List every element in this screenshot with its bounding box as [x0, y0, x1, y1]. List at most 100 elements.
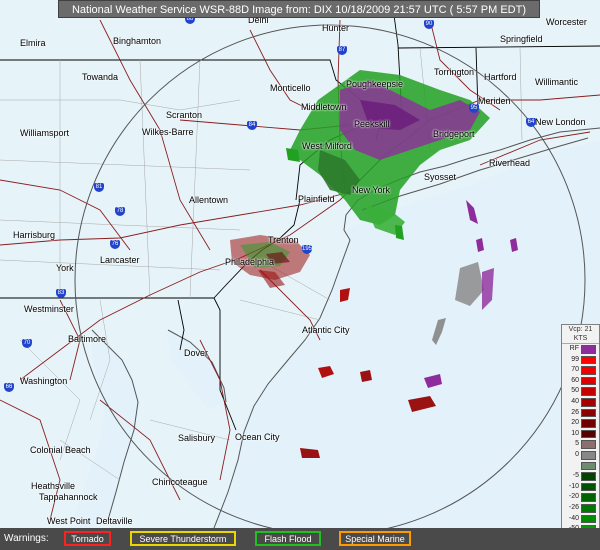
- city-label: Dover: [184, 348, 209, 358]
- city-label: Deltaville: [96, 516, 133, 526]
- legend-value: -40: [568, 514, 579, 522]
- legend-row: 10: [562, 429, 599, 440]
- city-label: Monticello: [270, 83, 311, 93]
- city-label: Harrisburg: [13, 230, 56, 240]
- legend-row: RF: [562, 344, 599, 355]
- legend-swatch: [581, 472, 596, 481]
- city-label: Atlantic City: [302, 325, 350, 335]
- city-label: York: [56, 263, 74, 273]
- legend-value: 40: [571, 397, 579, 405]
- legend-value: -5: [572, 472, 579, 480]
- city-label: Binghamton: [113, 36, 162, 46]
- legend-value: 70: [571, 366, 579, 374]
- city-label: Washington: [20, 376, 68, 386]
- city-label: Towanda: [82, 72, 119, 82]
- city-label: Ocean City: [235, 432, 280, 442]
- city-label: Chincoteague: [152, 477, 208, 487]
- city-label: Meriden: [478, 96, 511, 106]
- legend-vcp: Vcp: 21: [568, 326, 593, 333]
- legend-swatch: [581, 514, 596, 524]
- city-label: Peekskill: [354, 119, 390, 129]
- city-label: West Milford: [302, 141, 352, 151]
- legend-swatch: [581, 419, 596, 428]
- legend-swatch: [581, 503, 596, 513]
- legend-row: -26: [562, 503, 599, 514]
- city-label: Heathsville: [31, 481, 76, 491]
- legend-row: 70: [562, 365, 599, 376]
- city-label: Lancaster: [100, 255, 140, 265]
- city-label: Plainfield: [298, 194, 335, 204]
- legend-swatch: [581, 355, 596, 365]
- city-label: Hartford: [484, 72, 517, 82]
- legend-row: 60: [562, 376, 599, 387]
- legend-swatch: [581, 345, 596, 354]
- legend-value: -20: [568, 493, 579, 501]
- warnings-bar: Warnings: Tornado Severe Thunderstorm Flas…: [0, 528, 600, 550]
- legend-swatch: [581, 387, 596, 396]
- legend-value: 0: [575, 450, 579, 458]
- legend-row: -10: [562, 482, 599, 493]
- city-label: Allentown: [189, 195, 229, 205]
- legend-row: -20: [562, 492, 599, 503]
- city-label: Westminster: [24, 304, 74, 314]
- city-label: Wilkes-Barre: [142, 127, 194, 137]
- city-label: Bridgeport: [433, 129, 475, 139]
- city-label: West Point: [47, 516, 91, 526]
- city-label: New York: [352, 185, 391, 195]
- warning-severe-thunderstorm: Severe Thunderstorm: [130, 531, 236, 546]
- legend-swatch: [581, 482, 596, 492]
- legend-value: RF: [569, 345, 579, 352]
- legend-row: 99: [562, 355, 599, 366]
- legend-swatch: [581, 397, 596, 407]
- city-label: Poughkeepsie: [346, 79, 404, 89]
- legend-rows: RF997060504026201050-5-10-20-26-40-50-64…: [562, 344, 599, 550]
- legend-swatch: [581, 366, 596, 375]
- legend-value: 26: [571, 408, 579, 416]
- city-label: Tappahannock: [39, 492, 98, 502]
- city-label: Salisbury: [178, 433, 216, 443]
- city-label: Trenton: [268, 235, 299, 245]
- legend-value: 99: [571, 355, 579, 363]
- legend-value: 10: [571, 429, 579, 437]
- warnings-label: Warnings:: [4, 533, 49, 544]
- legend-swatch: [581, 461, 596, 471]
- legend-units: KTS: [562, 334, 599, 344]
- velocity-legend: Vcp: 21 KTS RF 99 70 60 50 40 26 20 10 5 0 -5 -10 -20…: [561, 324, 600, 550]
- city-label: Willimantic: [535, 77, 579, 87]
- legend-swatch: [581, 376, 596, 386]
- city-label: Torrington: [434, 67, 475, 77]
- legend-row: -5: [562, 471, 599, 482]
- legend-row: 40: [562, 397, 599, 408]
- legend-row: 0: [562, 450, 599, 461]
- city-label: Elmira: [20, 38, 46, 48]
- legend-swatch: [581, 440, 596, 449]
- legend-value: 60: [571, 376, 579, 384]
- legend-value: 50: [571, 387, 579, 395]
- city-label: Springfield: [500, 34, 543, 44]
- legend-row: 5: [562, 439, 599, 450]
- city-label: Colonial Beach: [30, 445, 91, 455]
- legend-swatch: [581, 408, 596, 418]
- city-label: Baltimore: [68, 334, 107, 344]
- legend-swatch: [581, 493, 596, 502]
- legend-swatch: [581, 429, 596, 439]
- legend-row: [562, 461, 599, 472]
- legend-value: -26: [568, 503, 579, 511]
- title-bar: National Weather Service WSR-88D Image f…: [58, 0, 540, 18]
- legend-value: 5: [575, 440, 579, 448]
- city-label: Middletown: [301, 102, 347, 112]
- city-label: Philadelphia: [225, 257, 275, 267]
- legend-value: -10: [568, 482, 579, 490]
- city-label: Syosset: [424, 172, 457, 182]
- radar-frame: Elmira Binghamton Delhi Hunter Worcester Spri…: [0, 0, 600, 550]
- warning-flash-flood: Flash Flood: [255, 531, 321, 546]
- warning-tornado: Tornado: [64, 531, 111, 546]
- legend-value: 20: [571, 419, 579, 427]
- warning-special-marine: Special Marine: [339, 531, 411, 546]
- city-label: Scranton: [166, 110, 203, 120]
- city-label: New London: [535, 117, 586, 127]
- legend-row: 20: [562, 418, 599, 429]
- city-label: Worcester: [546, 17, 587, 27]
- city-label: Williamsport: [20, 128, 70, 138]
- legend-row: -40: [562, 514, 599, 525]
